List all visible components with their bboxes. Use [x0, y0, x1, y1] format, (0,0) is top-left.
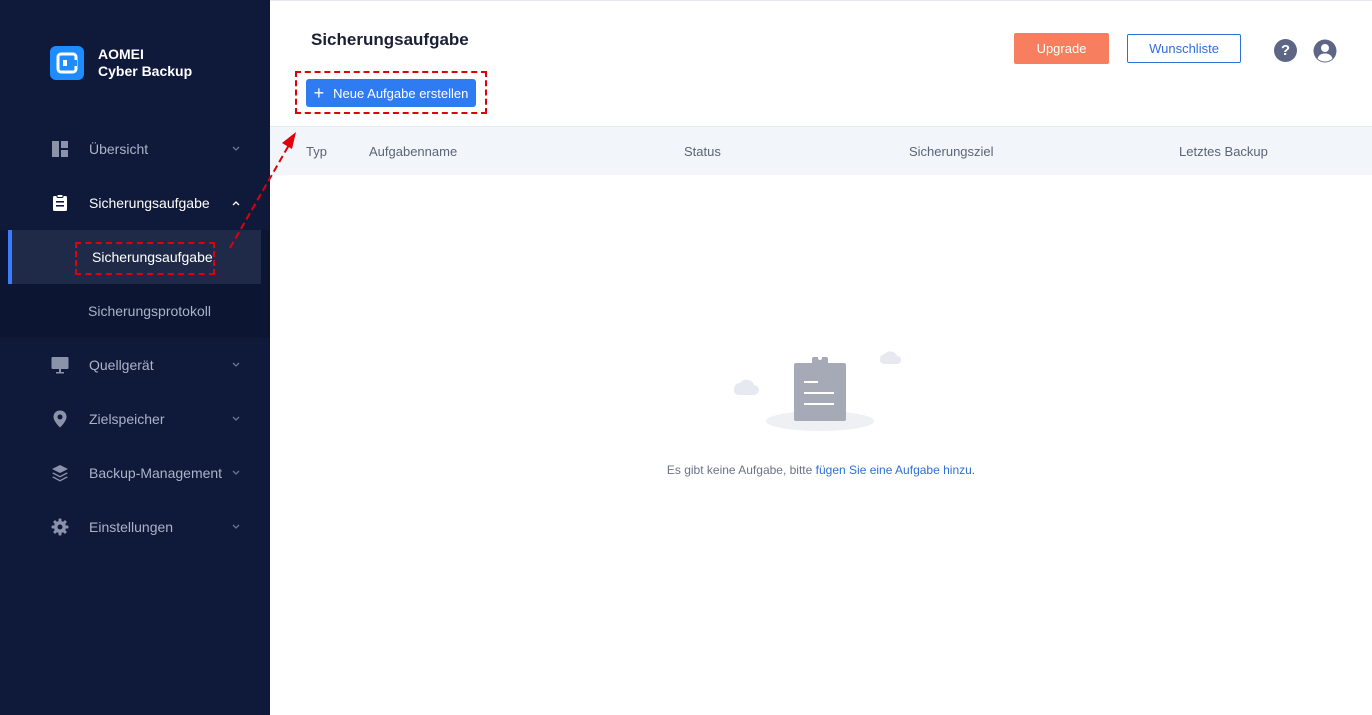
sidebar-item-label: Sicherungsaufgabe: [89, 195, 210, 211]
logo-line1: AOMEI: [98, 46, 144, 62]
annotation-box-subitem: [75, 242, 215, 275]
column-header-backup-target[interactable]: Sicherungsziel: [909, 127, 994, 176]
empty-state-text: Es gibt keine Aufgabe, bitte: [666, 463, 816, 477]
location-pin-icon: [50, 409, 70, 429]
help-icon[interactable]: ?: [1274, 39, 1297, 62]
sidebar-nav: Übersicht Sicherungsaufgabe Sicherungsau…: [0, 122, 270, 554]
sidebar-item-overview[interactable]: Übersicht: [0, 122, 270, 176]
gear-icon: [50, 517, 70, 537]
column-header-last-backup[interactable]: Letztes Backup: [1179, 127, 1268, 176]
annotation-box-new-task: [295, 71, 487, 114]
chevron-down-icon: [231, 468, 241, 478]
empty-state-illustration: [728, 343, 908, 443]
column-header-type[interactable]: Typ: [306, 127, 327, 176]
chevron-down-icon: [231, 144, 241, 154]
user-avatar-icon[interactable]: [1313, 39, 1337, 63]
logo-icon: [50, 46, 84, 80]
page-title: Sicherungsaufgabe: [311, 30, 469, 49]
sidebar-item-label: Übersicht: [89, 141, 149, 157]
sidebar: AOMEI Cyber Backup Übersicht Sicherungsa…: [0, 0, 270, 715]
chevron-down-icon: [231, 360, 241, 370]
clipboard-icon: [50, 193, 70, 213]
chevron-down-icon: [231, 414, 241, 424]
dashboard-icon: [50, 139, 70, 159]
sidebar-subitem-backup-log[interactable]: Sicherungsprotokoll: [0, 284, 270, 338]
column-header-task-name[interactable]: Aufgabenname: [369, 127, 457, 176]
sidebar-item-label: Quellgerät: [89, 357, 154, 373]
sidebar-item-label: Zielspeicher: [89, 411, 165, 427]
chevron-up-icon: [231, 198, 241, 208]
layers-icon: [50, 463, 70, 483]
logo-line2: Cyber Backup: [98, 63, 193, 79]
sidebar-item-target-storage[interactable]: Zielspeicher: [0, 392, 270, 446]
sidebar-item-settings[interactable]: Einstellungen: [0, 500, 270, 554]
monitor-icon: [50, 355, 70, 375]
table-header: Typ Aufgabenname Status Sicherungsziel L…: [270, 126, 1372, 175]
upgrade-button[interactable]: Upgrade: [1014, 33, 1109, 64]
wishlist-button[interactable]: Wunschliste: [1127, 34, 1241, 63]
add-task-link[interactable]: fügen Sie eine Aufgabe hinzu.: [816, 463, 975, 477]
column-header-status[interactable]: Status: [684, 127, 721, 176]
sidebar-item-backup-management[interactable]: Backup-Management: [0, 446, 270, 500]
sidebar-item-backup-task[interactable]: Sicherungsaufgabe: [0, 176, 270, 230]
app-logo: AOMEI Cyber Backup: [50, 46, 192, 80]
sidebar-item-label: Backup-Management: [89, 465, 223, 481]
sidebar-subitem-label: Sicherungsprotokoll: [88, 303, 211, 319]
chevron-down-icon: [231, 522, 241, 532]
sidebar-item-source-device[interactable]: Quellgerät: [0, 338, 270, 392]
empty-state-message: Es gibt keine Aufgabe, bitte fügen Sie e…: [270, 463, 1372, 477]
sidebar-item-label: Einstellungen: [89, 519, 174, 535]
